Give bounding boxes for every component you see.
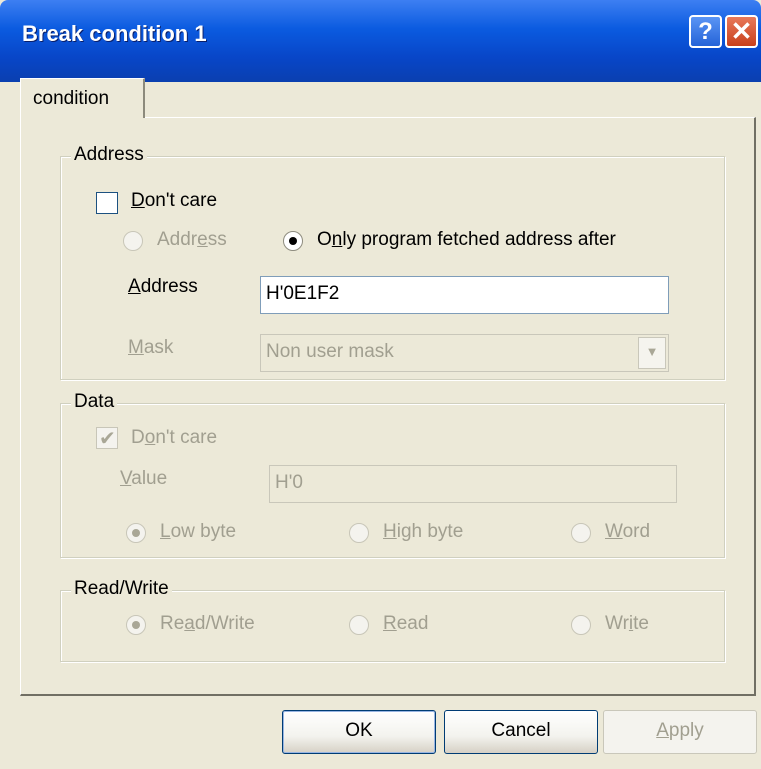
radio-low-byte-label: Low byte bbox=[160, 521, 237, 542]
radio-word[interactable] bbox=[571, 523, 591, 543]
address-dont-care-label: Don't care bbox=[131, 190, 218, 211]
address-dont-care-checkbox[interactable] bbox=[96, 192, 118, 214]
cancel-button[interactable]: Cancel bbox=[444, 710, 598, 754]
radio-address-label: Address bbox=[157, 229, 227, 250]
radio-word-label: Word bbox=[605, 521, 651, 542]
value-input-value: H'0 bbox=[275, 472, 303, 493]
tab-label: condition bbox=[33, 88, 110, 109]
check-icon: ✔ bbox=[99, 428, 116, 450]
value-input[interactable]: H'0 bbox=[269, 465, 677, 503]
read-write-group-label: Read/Write bbox=[71, 578, 172, 600]
data-group-label: Data bbox=[71, 391, 118, 413]
radio-read-label: Read bbox=[383, 613, 429, 634]
mask-select[interactable]: Non user mask ▼ bbox=[260, 334, 669, 372]
value-label: Value bbox=[120, 468, 168, 489]
data-dont-care-label: Don't care bbox=[131, 427, 218, 448]
close-icon[interactable]: ✕ bbox=[725, 15, 758, 48]
radio-read[interactable] bbox=[349, 615, 369, 635]
address-group-label: Address bbox=[71, 144, 147, 166]
radio-read-write-label: Read/Write bbox=[160, 613, 255, 634]
address-field-label: Address bbox=[128, 276, 198, 297]
address-input[interactable]: H'0E1F2 bbox=[260, 276, 669, 314]
ok-button[interactable]: OK bbox=[282, 710, 436, 754]
radio-high-byte[interactable] bbox=[349, 523, 369, 543]
radio-high-byte-label: High byte bbox=[383, 521, 464, 542]
tab-condition[interactable]: condition bbox=[20, 78, 145, 118]
mask-label: Mask bbox=[128, 337, 174, 358]
radio-low-byte[interactable] bbox=[126, 523, 146, 543]
radio-fetched-address-label: Only program fetched address after bbox=[317, 229, 616, 250]
title-bar[interactable]: Break condition 1 ? ✕ bbox=[0, 0, 761, 82]
radio-fetched-address[interactable] bbox=[283, 231, 303, 251]
window-title: Break condition 1 bbox=[22, 21, 207, 46]
data-dont-care-checkbox[interactable]: ✔ bbox=[96, 427, 118, 450]
apply-button[interactable]: Apply bbox=[603, 710, 757, 754]
chevron-down-icon[interactable]: ▼ bbox=[638, 337, 666, 369]
address-input-value: H'0E1F2 bbox=[266, 283, 340, 304]
radio-write-label: Write bbox=[605, 613, 650, 634]
mask-select-value: Non user mask bbox=[266, 341, 394, 362]
help-icon[interactable]: ? bbox=[689, 15, 722, 48]
radio-read-write[interactable] bbox=[126, 615, 146, 635]
radio-write[interactable] bbox=[571, 615, 591, 635]
radio-address[interactable] bbox=[123, 231, 143, 251]
